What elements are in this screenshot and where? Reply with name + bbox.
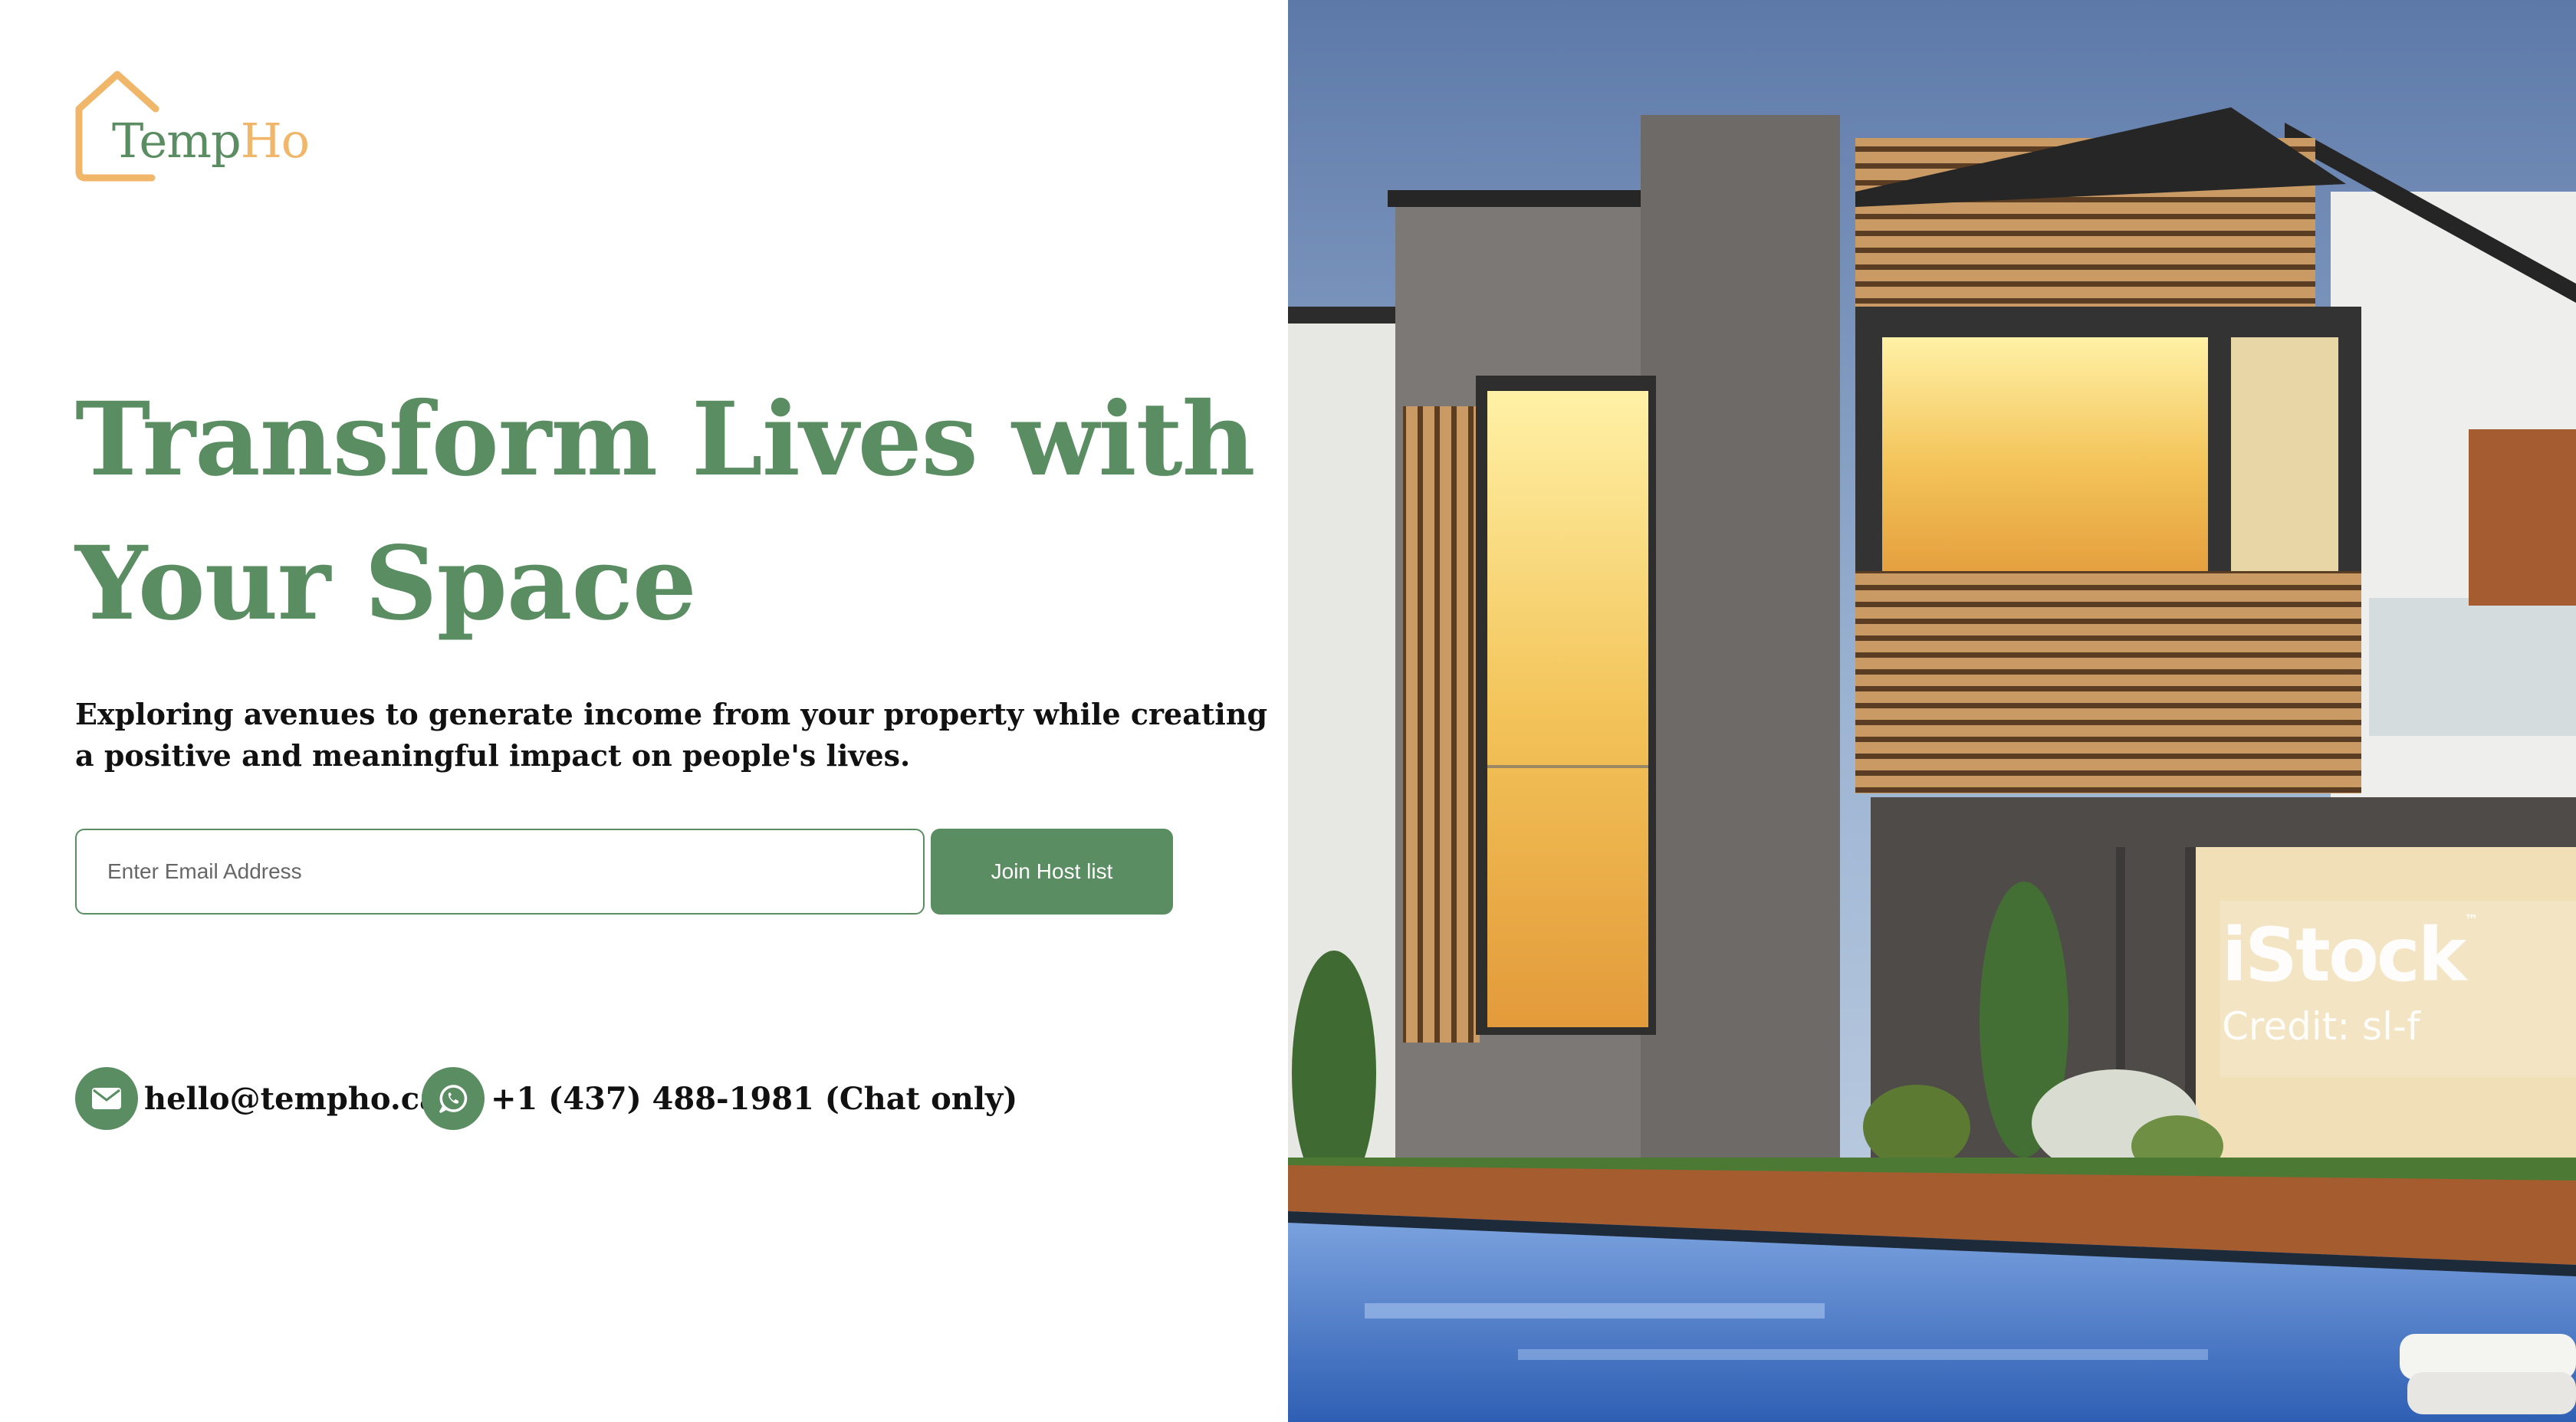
hero-headline: Transform Lives with Your Space: [75, 368, 1271, 656]
brand-name-main: Temp: [112, 113, 242, 169]
contact-phone[interactable]: +1 (437) 488-1981 (Chat only): [422, 1066, 1017, 1131]
stock-watermark-brand: iStock™: [2222, 912, 2479, 998]
contact-email-text: hello@tempho.ca: [144, 1080, 440, 1117]
headline-line-1: Transform Lives with: [75, 380, 1256, 499]
envelope-icon: [75, 1067, 138, 1130]
whatsapp-icon: [422, 1067, 485, 1130]
stock-watermark-credit: Credit: sl-f: [2222, 1004, 2420, 1049]
hero-house-photo: iStock™ Credit: sl-f: [1288, 0, 2576, 1422]
watermark-tm: ™: [2464, 912, 2479, 928]
house-illustration: [1288, 0, 2576, 1422]
headline-line-2: Your Space: [75, 524, 697, 643]
brand-logo[interactable]: TempHo: [75, 71, 310, 186]
contact-email[interactable]: hello@tempho.ca: [75, 1066, 439, 1131]
join-host-list-button[interactable]: Join Host list: [931, 829, 1173, 915]
hero-left-panel: TempHo Transform Lives with Your Space E…: [0, 0, 1288, 1422]
brand-name-accent: Ho: [240, 113, 310, 169]
contact-phone-text: +1 (437) 488-1981 (Chat only): [491, 1080, 1018, 1117]
email-input[interactable]: [75, 829, 925, 915]
brand-name: TempHo: [112, 113, 310, 169]
hero-subtitle: Exploring avenues to generate income fro…: [75, 697, 1268, 773]
watermark-brand-text: iStock: [2222, 912, 2467, 998]
